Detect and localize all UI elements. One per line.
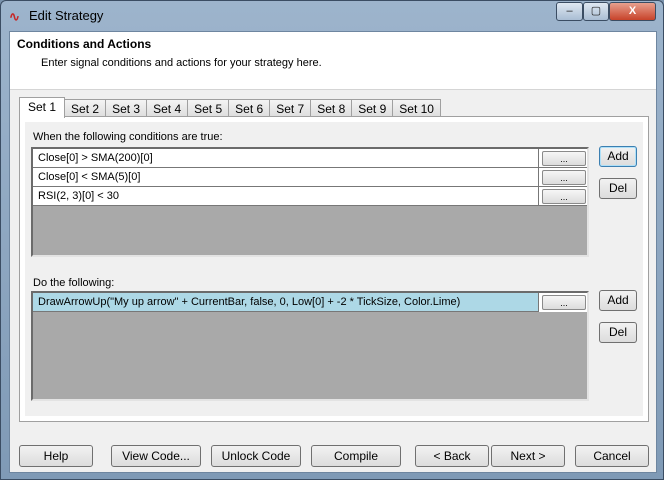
- close-button[interactable]: X: [609, 2, 656, 21]
- page-subtitle: Enter signal conditions and actions for …: [41, 57, 322, 69]
- header: Conditions and Actions Enter signal cond…: [10, 32, 656, 90]
- condition-row[interactable]: Close[0] < SMA(5)[0]...: [33, 168, 587, 187]
- set-tabs: Set 1 Set 2 Set 3 Set 4 Set 5 Set 6 Set …: [19, 97, 441, 118]
- next-button[interactable]: Next >: [491, 445, 565, 467]
- help-button[interactable]: Help: [19, 445, 93, 467]
- edit-condition-button[interactable]: ...: [542, 189, 586, 204]
- actions-grid: DrawArrowUp("My up arrow" + CurrentBar, …: [31, 291, 589, 401]
- condition-text: RSI(2, 3)[0] < 30: [38, 190, 120, 202]
- conditions-grid: Close[0] > SMA(200)[0]... Close[0] < SMA…: [31, 147, 589, 257]
- del-condition-button[interactable]: Del: [599, 178, 637, 199]
- condition-text: Close[0] > SMA(200)[0]: [38, 152, 153, 164]
- tab-panel: When the following conditions are true: …: [19, 116, 649, 422]
- compile-button[interactable]: Compile: [311, 445, 401, 467]
- add-condition-button[interactable]: Add: [599, 146, 637, 167]
- unlock-code-button[interactable]: Unlock Code: [211, 445, 301, 467]
- cancel-button[interactable]: Cancel: [575, 445, 649, 467]
- condition-row[interactable]: RSI(2, 3)[0] < 30...: [33, 187, 587, 206]
- window-title: Edit Strategy: [29, 8, 104, 23]
- condition-row[interactable]: Close[0] > SMA(200)[0]...: [33, 149, 587, 168]
- minimize-button[interactable]: –: [556, 2, 583, 21]
- app-logo-icon: ∿: [9, 9, 20, 24]
- actions-label: Do the following:: [33, 277, 115, 289]
- del-action-button[interactable]: Del: [599, 322, 637, 343]
- edit-strategy-window: ∿ Edit Strategy – ▢ X Conditions and Act…: [0, 0, 664, 480]
- page-title: Conditions and Actions: [17, 37, 152, 51]
- add-action-button[interactable]: Add: [599, 290, 637, 311]
- tab-set-1[interactable]: Set 1: [19, 97, 66, 118]
- edit-action-button[interactable]: ...: [542, 295, 586, 310]
- action-text: DrawArrowUp("My up arrow" + CurrentBar, …: [38, 296, 461, 308]
- client-area: Conditions and Actions Enter signal cond…: [9, 31, 657, 473]
- maximize-button[interactable]: ▢: [583, 2, 609, 21]
- action-row[interactable]: DrawArrowUp("My up arrow" + CurrentBar, …: [33, 293, 587, 312]
- edit-condition-button[interactable]: ...: [542, 151, 586, 166]
- view-code-button[interactable]: View Code...: [111, 445, 201, 467]
- edit-condition-button[interactable]: ...: [542, 170, 586, 185]
- condition-text: Close[0] < SMA(5)[0]: [38, 171, 141, 183]
- back-button[interactable]: < Back: [415, 445, 489, 467]
- conditions-label: When the following conditions are true:: [33, 131, 223, 143]
